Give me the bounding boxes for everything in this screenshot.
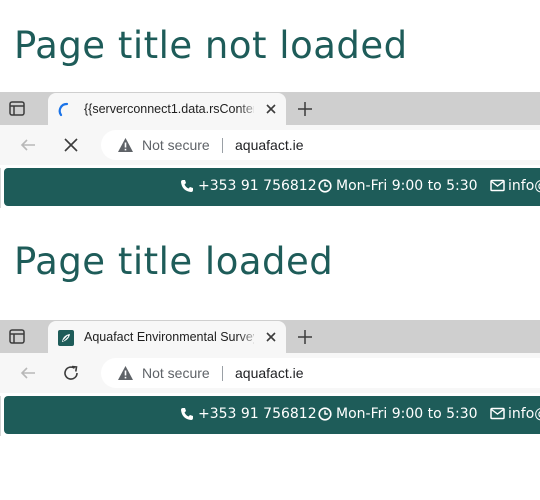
stop-loading-icon[interactable] [62,136,80,154]
security-label[interactable]: Not secure [142,365,210,381]
reload-icon[interactable] [62,364,80,382]
browser-window-not-loaded: {{serverconnect1.data.rsContent[0 Not se… [0,92,540,206]
browser-tab[interactable]: Aquafact Environmental Survey Sp [48,321,286,353]
url-text[interactable]: aquafact.ie [235,137,304,153]
security-label[interactable]: Not secure [142,137,210,153]
window-menu-icon[interactable] [9,101,25,116]
email-text: info@aquafact.ie [508,406,540,422]
email-text: info@aquafact.ie [508,178,540,194]
heading-loaded: Page title loaded [14,240,334,283]
close-tab-icon[interactable] [265,331,277,343]
tab-title: Aquafact Environmental Survey Sp [84,330,254,344]
address-bar[interactable]: Not secure aquafact.ie [101,130,540,160]
browser-toolbar: Not secure aquafact.ie [0,125,540,165]
url-text[interactable]: aquafact.ie [235,365,304,381]
clock-icon [318,179,332,193]
hours-text: Mon-Fri 9:00 to 5:30 [336,178,478,194]
tab-strip: {{serverconnect1.data.rsContent[0 [0,92,540,125]
close-tab-icon[interactable] [265,103,277,115]
warning-icon[interactable] [117,365,134,381]
phone-icon [181,180,193,192]
phone-icon [181,408,193,420]
clock-icon [318,407,332,421]
site-contact-bar: +353 91 756812 Mon-Fri 9:00 to 5:30 info… [4,396,540,434]
phone-number: +353 91 756812 [198,406,317,422]
envelope-icon [490,407,505,420]
back-arrow-icon[interactable] [19,136,37,154]
browser-window-loaded: Aquafact Environmental Survey Sp Not sec… [0,320,540,434]
tab-title: {{serverconnect1.data.rsContent[0 [84,102,254,116]
browser-toolbar: Not secure aquafact.ie [0,353,540,393]
new-tab-icon[interactable] [296,100,314,118]
address-bar[interactable]: Not secure aquafact.ie [101,358,540,388]
hours-text: Mon-Fri 9:00 to 5:30 [336,406,478,422]
loading-spinner-icon [58,102,69,117]
new-tab-icon[interactable] [296,328,314,346]
window-menu-icon[interactable] [9,329,25,344]
browser-tab[interactable]: {{serverconnect1.data.rsContent[0 [48,93,286,125]
heading-not-loaded: Page title not loaded [14,24,408,67]
aquafact-logo-icon [58,330,74,346]
tab-strip: Aquafact Environmental Survey Sp [0,320,540,353]
site-contact-bar: +353 91 756812 Mon-Fri 9:00 to 5:30 info… [4,168,540,206]
warning-icon[interactable] [117,137,134,153]
envelope-icon [490,179,505,192]
phone-number: +353 91 756812 [198,178,317,194]
back-arrow-icon[interactable] [19,364,37,382]
